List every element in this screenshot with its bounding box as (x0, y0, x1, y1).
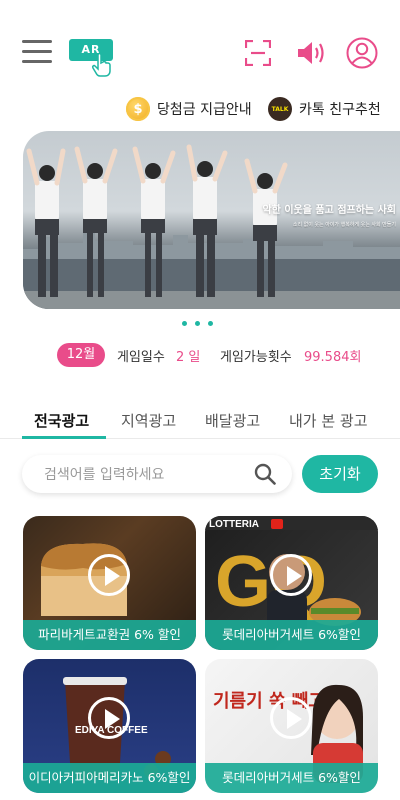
game-days-label: 게임일수 (117, 350, 165, 365)
user-profile-icon[interactable] (346, 37, 378, 69)
search-icon[interactable] (254, 463, 276, 485)
banner-image (23, 144, 400, 309)
active-tab-indicator (22, 436, 106, 439)
carousel-dot[interactable] (208, 321, 213, 326)
game-count-value: 99.584회 (304, 350, 362, 365)
banner-title: 악한 이웃을 품고 점프하는 사회 (262, 205, 396, 216)
search-input[interactable] (42, 455, 246, 495)
tab-national-ads[interactable]: 전국광고 (34, 410, 89, 431)
tab-regional-ads[interactable]: 지역광고 (121, 410, 176, 431)
reset-button[interactable]: 초기화 (302, 455, 378, 493)
game-count-label: 게임가능횟수 (220, 350, 292, 365)
kakao-talk-icon: TALK (268, 97, 292, 121)
prize-info-link[interactable]: $ 당첨금 지급안내 (126, 96, 252, 122)
tab-delivery-ads[interactable]: 배달광고 (205, 410, 260, 431)
scan-icon[interactable] (245, 40, 271, 66)
coin-icon: $ (126, 97, 150, 121)
play-icon[interactable] (270, 697, 312, 739)
carousel-dot[interactable] (182, 321, 187, 326)
hand-pointer-icon (92, 52, 111, 77)
card-brand: LOTTERIA (209, 519, 259, 530)
ad-card-ediya[interactable]: EDIYA COFFEE 이디아커피아메리카노 6%할인 (23, 659, 196, 793)
card-label: 파리바게트교환권 6% 할인 (23, 620, 196, 650)
prize-info-label: 당첨금 지급안내 (157, 102, 252, 118)
banner-slide[interactable]: 악한 이웃을 품고 점프하는 사회 소리 없이 웃는 아이가 행복하게 웃는 사… (23, 131, 400, 309)
ad-card-paris-baguette[interactable]: 파리바게트교환권 6% 할인 (23, 516, 196, 650)
carousel-dots[interactable] (182, 321, 213, 326)
carousel-dot[interactable] (195, 321, 200, 326)
menu-icon[interactable] (22, 40, 52, 64)
kakao-recommend-label: 카톡 친구추천 (299, 102, 381, 118)
card-label: 롯데리아버거세트 6%할인 (205, 620, 378, 650)
play-icon[interactable] (88, 554, 130, 596)
game-days-value: 2 일 (176, 350, 201, 365)
month-badge: 12월 (57, 343, 105, 367)
card-label: 이디아커피아메리카노 6%할인 (23, 763, 196, 793)
ad-card-lotteria-2[interactable]: 기름기 쏙 빼고 롯데리아버거세트 6%할인 (205, 659, 378, 793)
tab-viewed-ads[interactable]: 내가 본 광고 (289, 410, 368, 431)
search-box (22, 455, 292, 495)
play-icon[interactable] (270, 554, 312, 596)
ad-card-lotteria-1[interactable]: LOTTERIA GQ 롯데리아버거세트 6%할인 (205, 516, 378, 650)
card-label: 롯데리아버거세트 6%할인 (205, 763, 378, 793)
sound-icon[interactable] (296, 40, 326, 66)
kakao-recommend-link[interactable]: TALK 카톡 친구추천 (268, 96, 381, 122)
play-icon[interactable] (88, 697, 130, 739)
banner-subtitle: 소리 없이 웃는 아이가 행복하게 웃는 사회 만들기 (292, 222, 396, 228)
ar-button[interactable]: AR (69, 37, 115, 77)
